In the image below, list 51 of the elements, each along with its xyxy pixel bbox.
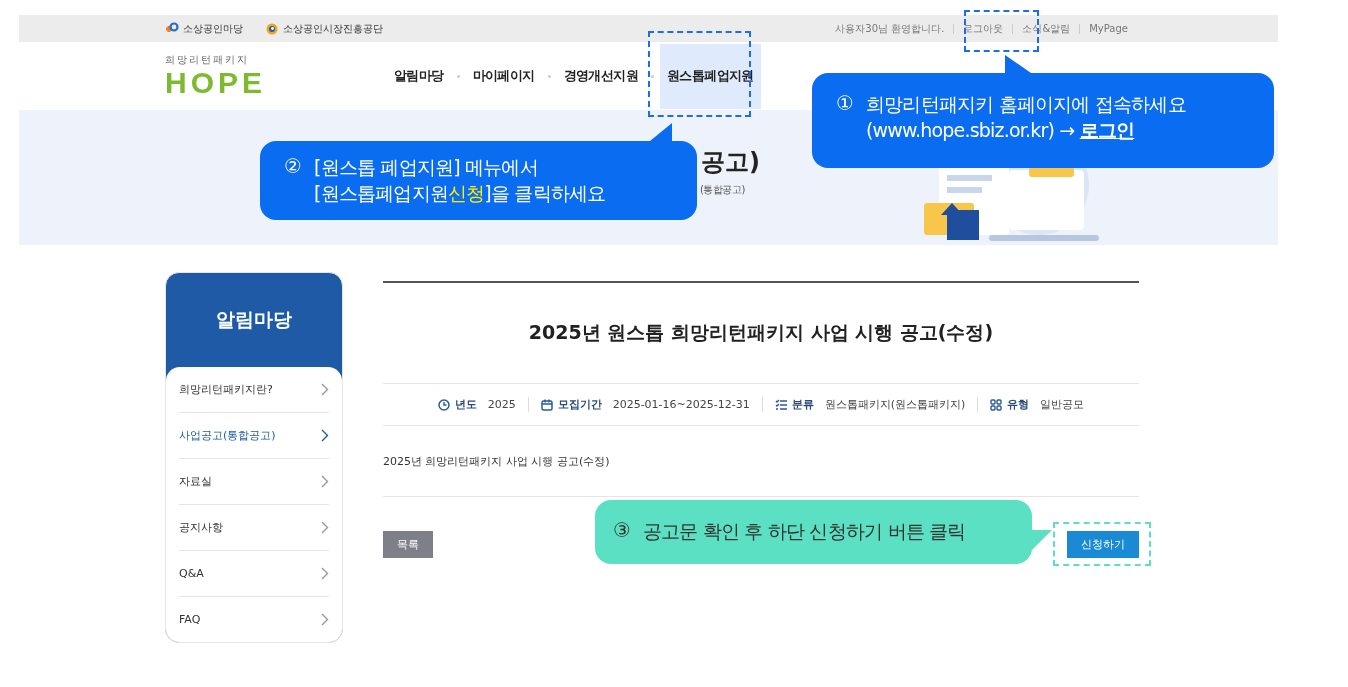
callout-text: 희망리턴패지키 홈페이지에 접속하세요 (865, 92, 1186, 117)
sidebar-item[interactable]: FAQ (179, 597, 329, 642)
post-body: 2025년 희망리턴패키지 사업 시행 공고(수정) (383, 426, 1139, 497)
list-button[interactable]: 목록 (383, 531, 433, 558)
sidebar-item[interactable]: 사업공고(통합공고) (179, 413, 329, 459)
meta-label: 유형 (1007, 397, 1030, 412)
logo-caption: 희망리턴패키지 (165, 53, 250, 67)
sidebar-item[interactable]: 자료실 (179, 459, 329, 505)
nav-item[interactable]: 원스톱폐업지원 (660, 43, 761, 109)
nav-item[interactable]: 마이페이지 (465, 43, 542, 109)
chevron-right-icon (321, 429, 329, 442)
meta-label: 모집기간 (557, 397, 602, 412)
meta-value: 2025-01-16~2025-12-31 (612, 398, 750, 411)
step-number: ③ (613, 518, 631, 544)
checklist-icon (774, 398, 787, 411)
page-title: 공고) (701, 147, 760, 178)
callout-text: [원스톱폐업지원신청]을 클릭하세요 (313, 181, 606, 206)
site-link[interactable]: 소상공인시장진흥공단 (265, 21, 383, 36)
grid-icon (990, 398, 1003, 411)
chevron-right-icon (321, 613, 329, 626)
callout-text: 공고문 확인 후 하단 신청하기 버튼 클릭 (642, 519, 966, 544)
chevron-right-icon (321, 567, 329, 580)
chevron-right-icon (321, 521, 329, 534)
chevron-right-icon (321, 383, 329, 396)
top-link[interactable]: MyPage (1080, 23, 1137, 34)
meta-value: 원스톱패키지(원스톱패키지) (824, 397, 966, 412)
chevron-right-icon (321, 475, 329, 488)
step-number: ① (836, 91, 854, 117)
meta-label: 분류 (791, 397, 814, 412)
step-number: ② (284, 154, 302, 180)
sidebar-item[interactable]: 공지사항 (179, 505, 329, 551)
meta-value: 일반공모 (1040, 397, 1085, 412)
site-link[interactable]: 소상공인마당 (165, 21, 243, 36)
callout-text: [원스톱 폐업지원] 메뉴에서 (313, 155, 539, 180)
meta-value: 2025 (487, 398, 516, 411)
welcome-text: 사용자30님 환영합니다. (834, 21, 946, 36)
breadcrumb: (통합공고) (700, 183, 745, 197)
calendar-icon (540, 398, 553, 411)
sidebar-item[interactable]: Q&A (179, 551, 329, 597)
nav-item[interactable]: 경영개선지원 (556, 43, 646, 109)
sidebar-item[interactable]: 희망리턴패키지란? (179, 367, 329, 413)
callout-text: (www.hope.sbiz.or.kr) → 로그인 (865, 118, 1136, 143)
meta-label: 년도 (454, 397, 477, 412)
sidebar-title: 알림마당 (215, 307, 293, 332)
top-link[interactable]: 소식&알림 (1013, 21, 1080, 36)
nav-item[interactable]: 알림마당 (387, 43, 451, 109)
clock-icon (437, 398, 450, 411)
top-link[interactable]: 로그아웃 (954, 21, 1013, 36)
apply-button[interactable]: 신청하기 (1067, 531, 1139, 558)
post-title: 2025년 원스톱 희망리턴패키지 사업 시행 공고(수정) (383, 283, 1139, 384)
ring-logo-icon (265, 21, 279, 36)
